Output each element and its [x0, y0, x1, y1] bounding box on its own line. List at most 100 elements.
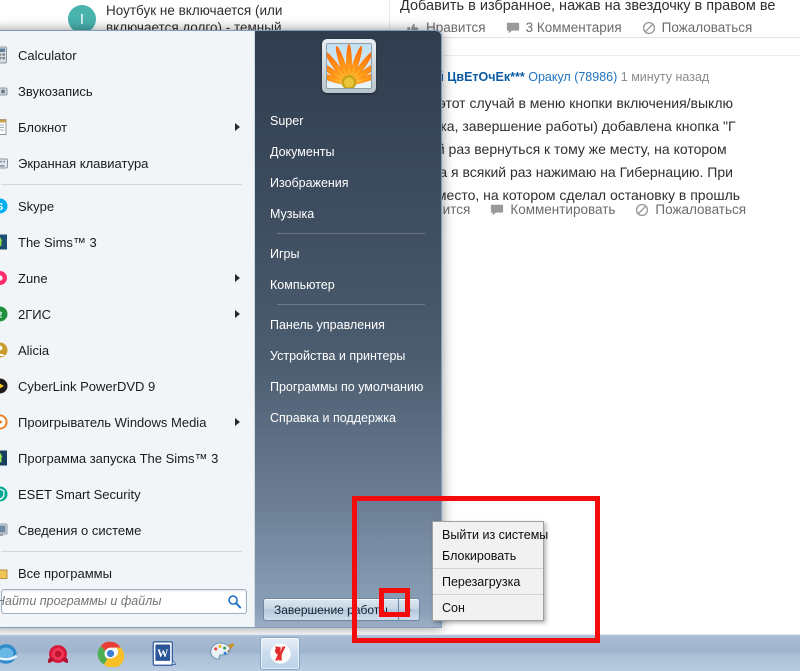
program-item[interactable]: Calculator — [0, 37, 254, 73]
keyboard-icon — [0, 154, 9, 172]
yandex-icon[interactable] — [260, 637, 300, 670]
report-label: Пожаловаться — [661, 20, 753, 35]
submenu-arrow-icon — [235, 310, 240, 318]
program-label: The Sims™ 3 — [18, 234, 97, 250]
flyout-item-label: Сон — [442, 600, 465, 615]
place-item[interactable]: Документы — [255, 136, 441, 167]
soundrec-icon — [0, 82, 9, 100]
notepad-icon — [0, 118, 9, 136]
program-item[interactable]: 2 2ГИС — [0, 296, 254, 332]
paint-icon[interactable] — [202, 637, 242, 670]
place-label: Устройства и принтеры — [270, 348, 406, 363]
comment-line: ующий раз вернуться к тому же месту, на … — [400, 141, 727, 157]
program-label: Calculator — [18, 47, 77, 63]
program-item[interactable]: Сведения о системе — [0, 512, 254, 548]
program-item[interactable]: S Skype — [0, 188, 254, 224]
program-label: Экранная клавиатура — [18, 155, 149, 171]
report-icon — [635, 203, 649, 217]
shutdown-options-button[interactable] — [397, 598, 420, 621]
program-item[interactable]: Zune — [0, 260, 254, 296]
flyout-item-label: Выйти из системы — [442, 527, 549, 542]
chevron-right-icon — [406, 605, 412, 614]
place-item[interactable]: Компьютер — [255, 269, 441, 300]
search-input[interactable] — [0, 594, 227, 608]
comment-block: енький ЦвЕтОчЕк*** Оракул (78986) 1 мину… — [400, 70, 800, 217]
comment-time: 1 минуту назад — [620, 70, 710, 84]
program-label: Alicia — [18, 342, 50, 358]
shutdown-flyout-menu: Выйти из системы Блокировать Перезагрузка С… — [432, 521, 548, 621]
program-item[interactable]: ESET Smart Security — [0, 476, 254, 512]
taskbar: W — [0, 634, 800, 671]
flyout-menu-item[interactable]: Сон — [433, 597, 543, 618]
place-label: Игры — [270, 246, 300, 261]
program-label: Блокнот — [18, 119, 68, 135]
program-item[interactable]: Программа запуска The Sims™ 3 — [0, 440, 254, 476]
wmp-icon — [0, 413, 9, 431]
place-item[interactable]: Программы по умолчанию — [255, 371, 441, 402]
place-label: Программы по умолчанию — [270, 379, 424, 394]
flyout-separator — [433, 568, 543, 569]
place-item[interactable]: Музыка — [255, 198, 441, 229]
article-text: Добавить в избранное, нажав на звездочку… — [400, 0, 776, 14]
top-action-row: Нравится 3 Комментария Пожаловаться — [406, 20, 752, 35]
svg-text:W: W — [157, 648, 169, 660]
place-item[interactable]: Super — [255, 105, 441, 136]
place-item[interactable]: Игры — [255, 238, 441, 269]
user-picture[interactable] — [322, 39, 376, 93]
search-icon[interactable] — [227, 594, 242, 609]
flyout-separator — [433, 594, 543, 595]
program-label: Программа запуска The Sims™ 3 — [18, 450, 219, 466]
comment-reply-action[interactable]: Комментировать — [490, 202, 615, 217]
submenu-arrow-icon — [235, 274, 240, 282]
place-label: Компьютер — [270, 277, 335, 292]
program-item[interactable]: The Sims™ 3 — [0, 224, 254, 260]
program-label: Сведения о системе — [18, 522, 142, 538]
avatar: I — [68, 5, 96, 33]
flyout-menu-item[interactable]: Блокировать — [433, 545, 543, 566]
program-item[interactable]: CyberLink PowerDVD 9 — [0, 368, 254, 404]
places-list: Super Документы Изображения Музыка Игры Компь… — [255, 105, 441, 433]
comment-report-action[interactable]: Пожаловаться — [635, 202, 746, 217]
shutdown-button[interactable]: Завершение работы — [263, 598, 399, 621]
program-item[interactable]: Alicia — [0, 332, 254, 368]
program-label: Zune — [18, 270, 48, 286]
comments-action[interactable]: 3 Комментария — [506, 20, 622, 35]
comment-rank: Оракул (78986) — [528, 70, 618, 84]
zune-icon — [0, 269, 9, 287]
program-item[interactable]: Проигрыватель Windows Media — [0, 404, 254, 440]
ie-icon[interactable] — [0, 637, 26, 670]
sims-icon — [0, 233, 9, 251]
program-item[interactable]: Блокнот — [0, 109, 254, 145]
submenu-arrow-icon — [235, 418, 240, 426]
search-bar — [0, 579, 255, 623]
search-box[interactable] — [0, 588, 247, 614]
place-label: Документы — [270, 144, 335, 159]
program-list: Calculator Звукозапись Блокнот Экранная кла… — [0, 37, 254, 581]
program-list-separator — [1, 184, 242, 185]
submenu-arrow-icon — [235, 123, 240, 131]
comment-body: ня на этот случай в меню кнопки включени… — [400, 92, 800, 207]
place-item[interactable]: Устройства и принтеры — [255, 340, 441, 371]
place-item[interactable]: Панель управления — [255, 309, 441, 340]
flyout-menu-item[interactable]: Выйти из системы — [433, 524, 548, 545]
chrome-icon[interactable] — [90, 637, 130, 670]
rose-icon[interactable] — [38, 637, 78, 670]
program-item[interactable]: Экранная клавиатура — [0, 145, 254, 181]
word-icon[interactable]: W — [144, 637, 184, 670]
shutdown-row: Завершение работы — [255, 598, 441, 621]
comment-line: загрузка, завершение работы) добавлена к… — [400, 118, 736, 134]
comment-line: ня на этот случай в меню кнопки включени… — [400, 95, 733, 111]
program-label: Звукозапись — [18, 83, 93, 99]
comment-meta: енький ЦвЕтОчЕк*** Оракул (78986) 1 мину… — [400, 70, 800, 84]
start-menu-places-panel: Super Документы Изображения Музыка Игры Компь… — [255, 31, 441, 627]
flyout-menu-item[interactable]: Перезагрузка — [433, 571, 543, 592]
report-action[interactable]: Пожаловаться — [642, 20, 753, 35]
place-item[interactable]: Изображения — [255, 167, 441, 198]
program-label: CyberLink PowerDVD 9 — [18, 378, 156, 394]
places-separator — [277, 233, 425, 234]
program-item[interactable]: Звукозапись — [0, 73, 254, 109]
program-label: ESET Smart Security — [18, 486, 141, 502]
eset-icon — [0, 485, 9, 503]
place-item[interactable]: Справка и поддержка — [255, 402, 441, 433]
start-menu-programs-panel: Calculator Звукозапись Блокнот Экранная кла… — [0, 31, 255, 627]
